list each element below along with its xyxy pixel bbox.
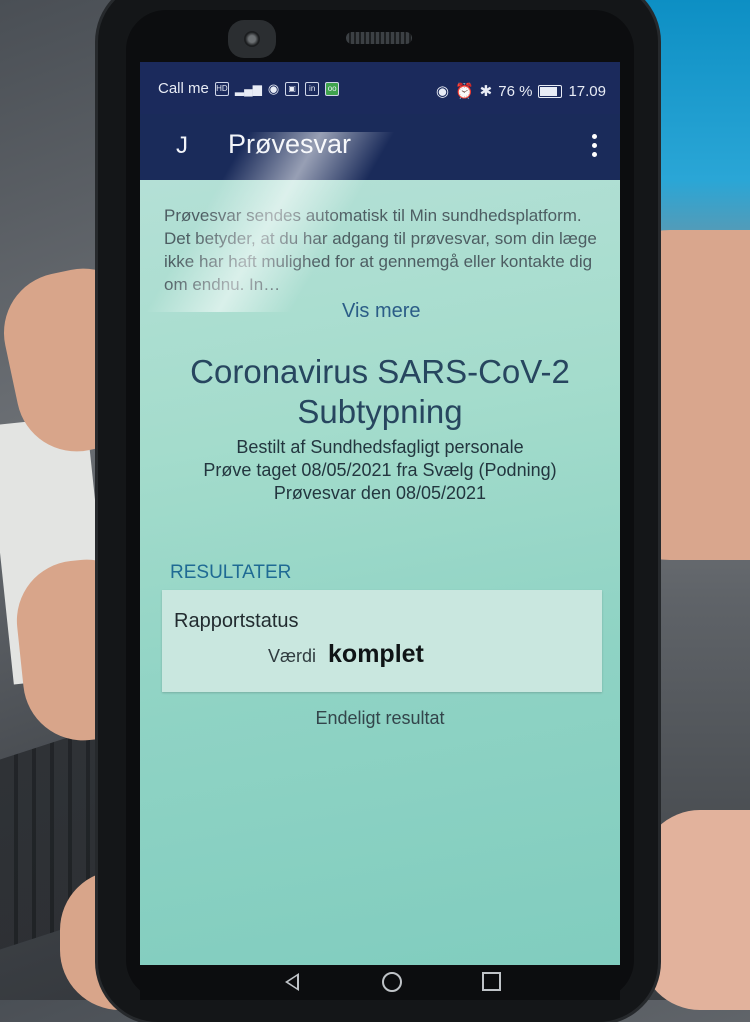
earpiece-speaker <box>346 32 412 44</box>
test-meta: Bestilt af Sundhedsfagligt personale Prø… <box>140 436 620 505</box>
avatar[interactable]: J <box>176 132 188 160</box>
wifi-icon: ◉ <box>267 80 280 96</box>
status-bar: Call me HD ▂▄▆ ◉ ▣ in oo ◉ ⏰ ✱ 76 % 17.0… <box>140 62 620 114</box>
sample-taken: Prøve taget 08/05/2021 fra Svælg (Podnin… <box>203 460 557 480</box>
phone-screen: Call me HD ▂▄▆ ◉ ▣ in oo ◉ ⏰ ✱ 76 % 17.0… <box>140 62 620 1000</box>
hd-icon: HD <box>214 81 229 96</box>
battery-icon <box>538 84 563 98</box>
test-title: Coronavirus SARS-CoV-2 Subtypning <box>140 352 620 432</box>
final-result-note: Endeligt resultat <box>315 708 445 728</box>
alarm-icon: ⏰ <box>454 83 474 100</box>
overflow-menu-icon[interactable] <box>592 134 598 160</box>
eye-icon: ◉ <box>435 83 449 100</box>
ordered-by: Bestilt af Sundhedsfagligt personale <box>236 437 524 457</box>
home-circle-icon[interactable] <box>382 972 402 992</box>
status-left: Call me HD ▂▄▆ ◉ ▣ in oo <box>158 80 340 97</box>
results-heading: RESULTATER <box>170 562 292 583</box>
app-bar: J Prøvesvar <box>140 114 620 180</box>
back-triangle-icon[interactable] <box>285 973 299 991</box>
test-title-line2: Subtypning <box>297 393 463 430</box>
value-label: Værdi <box>268 646 317 666</box>
front-camera-icon <box>228 20 276 58</box>
clock: 17.09 <box>568 82 606 100</box>
page-title: Prøvesvar <box>228 129 352 159</box>
app-icon: oo <box>325 81 340 96</box>
navigation-bar <box>140 965 620 1000</box>
value-text: komplet <box>328 640 424 668</box>
result-date: Prøvesvar den 08/05/2021 <box>273 483 487 503</box>
recent-square-icon[interactable] <box>482 972 501 991</box>
battery-percent: 76 % <box>498 82 533 100</box>
intro-text: Prøvesvar sendes automatisk til Min sund… <box>164 206 597 294</box>
show-more-link[interactable]: Vis mere <box>342 300 421 323</box>
results-content: Prøvesvar sendes automatisk til Min sund… <box>140 180 620 1000</box>
status-right: ◉ ⏰ ✱ 76 % 17.09 <box>435 82 606 101</box>
report-status-label: Rapportstatus <box>174 610 299 632</box>
result-card[interactable]: Rapportstatus Værdi komplet <box>162 590 602 692</box>
image-icon: ▣ <box>285 81 300 96</box>
linkedin-icon: in <box>305 81 320 96</box>
carrier-name: Call me <box>158 80 209 97</box>
bluetooth-icon: ✱ <box>479 83 493 100</box>
test-title-line1: Coronavirus SARS-CoV-2 <box>190 353 570 390</box>
value-row: Værdi komplet <box>268 640 424 669</box>
signal-icon: ▂▄▆ <box>234 81 262 96</box>
